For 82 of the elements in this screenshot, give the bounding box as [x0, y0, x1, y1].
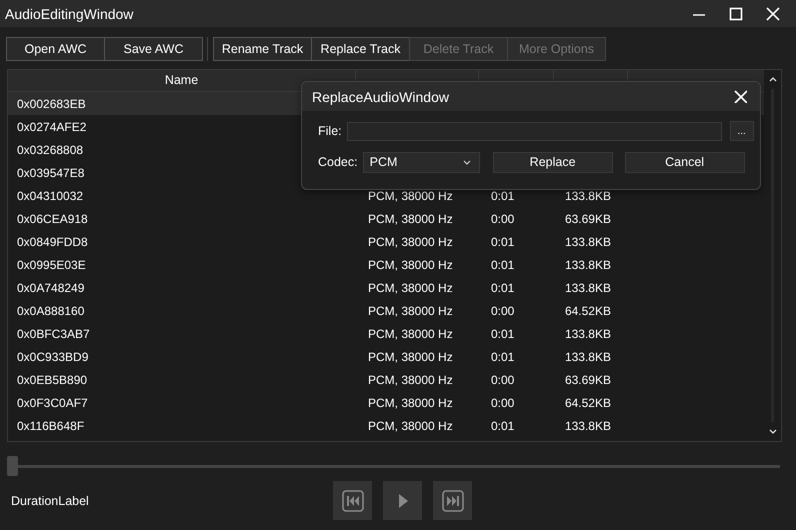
table-cell: 0:01	[491, 234, 514, 248]
table-cell: 0x0995E03E	[17, 258, 86, 272]
field-label: File:	[318, 124, 342, 138]
table-cell: 0x0A748249	[17, 280, 84, 294]
maximize-icon[interactable]	[729, 6, 743, 20]
slider-thumb[interactable]	[7, 456, 18, 476]
table-row[interactable]: 0x116B648F PCM, 38000 Hz 0:01 133.8KB	[8, 414, 764, 437]
play-button[interactable]	[383, 481, 422, 520]
table-cell: PCM, 38000 Hz	[368, 188, 453, 202]
table-cell: PCM, 38000 Hz	[368, 258, 453, 272]
table-cell: PCM, 38000 Hz	[368, 350, 453, 364]
table-cell: PCM, 38000 Hz	[368, 304, 453, 318]
table-row[interactable]: 0x0A748249 PCM, 38000 Hz 0:01 133.8KB	[8, 276, 764, 299]
file-field[interactable]	[346, 122, 722, 140]
table-cell: 0x0EB5B890	[17, 372, 88, 386]
table-cell: 133.8KB	[564, 326, 611, 340]
chevron-down-icon[interactable]	[462, 160, 471, 164]
dialog-button[interactable]: Cancel	[624, 152, 745, 172]
table-cell: 0x0849FDD8	[17, 234, 88, 248]
close-icon[interactable]	[734, 90, 747, 103]
table-row[interactable]: 0x0BFC3AB7 PCM, 38000 Hz 0:01 133.8KB	[8, 322, 764, 345]
table-cell: 0x03268808	[17, 142, 84, 156]
table-cell: 0x0C933BD9	[17, 350, 88, 364]
table-cell: 0:01	[491, 418, 514, 432]
table-cell: 0x0A888160	[17, 304, 84, 318]
table-cell: 133.8KB	[564, 234, 611, 248]
toolbar-button[interactable]: Open AWC	[6, 37, 105, 61]
table-cell: 63.69KB	[564, 372, 611, 386]
scroll-up-icon[interactable]	[768, 75, 778, 84]
table-cell: PCM, 38000 Hz	[368, 212, 453, 226]
table-cell: 0x04310032	[17, 188, 84, 202]
table-cell: 0x06CEA918	[17, 212, 88, 226]
table-cell: 0:00	[491, 212, 514, 226]
table-cell: 0:01	[491, 280, 514, 294]
table-cell: PCM, 38000 Hz	[368, 418, 453, 432]
table-row[interactable]: 0x06CEA918 PCM, 38000 Hz 0:00 63.69KB	[8, 207, 764, 230]
table-cell: 0x0F3C0AF7	[17, 396, 88, 410]
table-cell: 0x002683EB	[17, 96, 86, 110]
duration-label: DurationLabel	[11, 494, 89, 508]
table-cell: PCM, 38000 Hz	[368, 234, 453, 248]
next-button[interactable]	[433, 481, 472, 520]
close-icon[interactable]	[766, 6, 780, 20]
toolbar-button[interactable]: Replace Track	[311, 37, 410, 61]
table-cell: 133.8KB	[564, 280, 611, 294]
table-cell: 0x116B648F	[17, 418, 84, 432]
table-cell: 133.8KB	[564, 188, 611, 202]
table-cell: 64.52KB	[564, 396, 611, 410]
table-cell: 133.8KB	[564, 418, 611, 432]
table-cell: PCM, 38000 Hz	[368, 396, 453, 410]
window-title: AudioEditingWindow	[5, 6, 134, 22]
browse-button[interactable]: ...	[730, 121, 754, 141]
table-cell: PCM, 38000 Hz	[368, 326, 453, 340]
table-cell: 0x0BFC3AB7	[17, 326, 90, 340]
table-row[interactable]: 0x0A888160 PCM, 38000 Hz 0:00 64.52KB	[8, 299, 764, 322]
table-cell: 133.8KB	[564, 258, 611, 272]
table-cell: PCM, 38000 Hz	[368, 372, 453, 386]
toolbar-button[interactable]: Save AWC	[104, 37, 203, 61]
table-cell: 64.52KB	[564, 304, 611, 318]
field-label: Codec:	[318, 155, 358, 169]
table-cell: 0:00	[491, 304, 514, 318]
toolbar-button[interactable]: Rename Track	[213, 37, 312, 61]
table-row[interactable]: 0x0995E03E PCM, 38000 Hz 0:01 133.8KB	[8, 253, 764, 276]
table-cell: 0:00	[491, 396, 514, 410]
table-cell: 0:00	[491, 372, 514, 386]
previous-button[interactable]	[333, 481, 372, 520]
dialog-button[interactable]: Replace	[492, 152, 613, 172]
dialog-title: ReplaceAudioWindow	[312, 88, 449, 104]
table-cell: 0:01	[491, 326, 514, 340]
table-row[interactable]: 0x0849FDD8 PCM, 38000 Hz 0:01 133.8KB	[8, 230, 764, 253]
scroll-down-icon[interactable]	[768, 427, 778, 436]
codec-dropdown[interactable]: PCM	[362, 152, 480, 172]
table-cell: 0:01	[491, 258, 514, 272]
table-row[interactable]: 0x0EB5B890 PCM, 38000 Hz 0:00 63.69KB	[8, 368, 764, 391]
table-row[interactable]: 0x0F3C0AF7 PCM, 38000 Hz 0:00 64.52KB	[8, 391, 764, 414]
table-cell: 0:01	[491, 350, 514, 364]
skip-forward-icon[interactable]	[442, 490, 464, 512]
table-cell: 0:01	[491, 188, 514, 202]
table-cell: 133.8KB	[564, 350, 611, 364]
table-row[interactable]: 0x0C933BD9 PCM, 38000 Hz 0:01 133.8KB	[8, 345, 764, 368]
table-cell: PCM, 38000 Hz	[368, 280, 453, 294]
table-cell: 63.69KB	[564, 212, 611, 226]
skip-back-icon[interactable]	[342, 490, 364, 512]
